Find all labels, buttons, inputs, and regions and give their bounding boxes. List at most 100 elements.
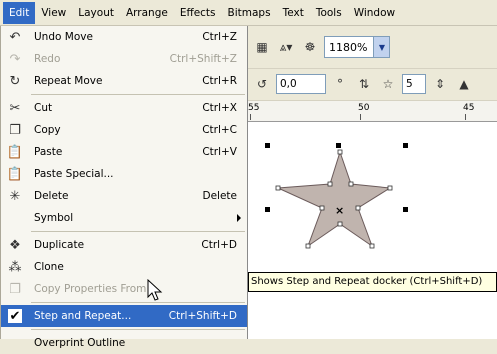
menu-item-paste-special[interactable]: 📋 Paste Special...: [1, 163, 247, 185]
selection-handle[interactable]: [336, 143, 341, 148]
menu-separator: [31, 302, 245, 303]
menu-item-symbol[interactable]: Symbol: [1, 207, 247, 229]
menu-effects[interactable]: Effects: [174, 2, 222, 24]
selection-handle[interactable]: [403, 207, 408, 212]
ruler-tick: [250, 114, 251, 120]
menu-item-step-and-repeat[interactable]: ✔ Step and Repeat... Ctrl+Shift+D: [1, 305, 247, 327]
node-marker[interactable]: [327, 181, 333, 187]
tooltip: Shows Step and Repeat docker (Ctrl+Shift…: [248, 272, 497, 292]
node-marker[interactable]: [337, 221, 343, 227]
menu-item-shortcut: Ctrl+C: [202, 124, 237, 136]
menu-item-copy[interactable]: ❐ Copy Ctrl+C: [1, 119, 247, 141]
menu-item-shortcut: Ctrl+V: [202, 146, 237, 158]
menu-item-label: Step and Repeat...: [34, 310, 132, 322]
chevron-down-icon[interactable]: ▼: [373, 37, 390, 57]
menu-separator: [31, 329, 245, 330]
menu-item-paste[interactable]: 📋 Paste Ctrl+V: [1, 141, 247, 163]
node-marker[interactable]: [355, 205, 361, 211]
menu-item-label: Clone: [34, 261, 64, 273]
standard-toolbar: ▦ ⩓▾ ☸ 1180% ▼: [248, 30, 497, 64]
selection-handle[interactable]: [265, 207, 270, 212]
menu-arrange[interactable]: Arrange: [120, 2, 174, 24]
flip-icon[interactable]: ⇅: [354, 73, 374, 95]
paste-special-icon: 📋: [6, 166, 24, 182]
horizontal-ruler[interactable]: 55 50 45: [248, 100, 497, 122]
menu-item-clone[interactable]: ⁂ Clone: [1, 256, 247, 278]
node-marker[interactable]: [348, 181, 354, 187]
zoom-combo[interactable]: 1180% ▼: [324, 36, 391, 58]
angle-field[interactable]: 0,0: [276, 73, 326, 94]
copy-properties-icon: ❐: [9, 281, 21, 297]
menu-item-delete[interactable]: ✳ Delete Delete: [1, 185, 247, 207]
node-marker[interactable]: [369, 243, 375, 249]
menu-tools[interactable]: Tools: [310, 2, 348, 24]
menu-separator: [31, 94, 245, 95]
ruler-label: 50: [358, 103, 370, 113]
node-marker[interactable]: [319, 205, 325, 211]
menu-item-redo[interactable]: ↷ Redo Ctrl+Shift+Z: [1, 48, 247, 70]
paste-icon: 📋: [6, 144, 24, 160]
menu-item-repeat-move[interactable]: ↻ Repeat Move Ctrl+R: [1, 70, 247, 92]
menu-item-cut[interactable]: ✂ Cut Ctrl+X: [1, 97, 247, 119]
star-shape[interactable]: [277, 150, 392, 248]
menu-item-undo-move[interactable]: ↶ Undo Move Ctrl+Z: [1, 26, 247, 48]
selection-handle[interactable]: [265, 143, 270, 148]
ruler-label: 45: [463, 103, 475, 113]
import-icon[interactable]: ▦: [252, 36, 272, 58]
node-marker[interactable]: [337, 149, 343, 155]
menu-separator: [31, 231, 245, 232]
degree-label: °: [337, 76, 343, 91]
application-launcher-icon[interactable]: ☸: [300, 36, 320, 58]
canvas-svg: ×: [265, 143, 408, 278]
menu-item-label: Paste: [34, 146, 63, 158]
ruler-tick: [465, 114, 466, 120]
menu-item-label: Undo Move: [34, 31, 93, 43]
menu-item-shortcut: Ctrl+Shift+Z: [169, 53, 237, 65]
node-marker[interactable]: [275, 185, 281, 191]
menu-item-shortcut: Delete: [202, 190, 238, 202]
menu-item-label: Symbol: [34, 212, 74, 224]
menu-edit[interactable]: Edit: [3, 1, 36, 24]
node-marker[interactable]: [305, 243, 311, 249]
drawing-canvas[interactable]: ×: [248, 122, 497, 339]
menu-item-overprint-outline[interactable]: Overprint Outline: [1, 332, 247, 354]
check-icon: ✔: [7, 308, 23, 324]
menu-item-label: Redo: [34, 53, 61, 65]
menu-window[interactable]: Window: [348, 2, 401, 24]
ruler-label: 55: [248, 103, 260, 113]
selection-handle[interactable]: [403, 143, 408, 148]
repeat-icon: ↻: [9, 73, 21, 89]
menu-layout[interactable]: Layout: [72, 2, 120, 24]
edit-menu-dropdown: ↶ Undo Move Ctrl+Z ↷ Redo Ctrl+Shift+Z ↻…: [0, 26, 248, 349]
menu-bitmaps[interactable]: Bitmaps: [222, 2, 277, 24]
menu-item-copy-properties-from[interactable]: ❐ Copy Properties From...: [1, 278, 247, 300]
menu-item-shortcut: Ctrl+X: [202, 102, 237, 114]
menu-text[interactable]: Text: [277, 2, 310, 24]
delete-icon: ✳: [9, 188, 21, 204]
center-x-icon: ×: [335, 204, 344, 217]
clone-icon: ⁂: [8, 259, 22, 275]
copy-icon: ❐: [9, 122, 21, 138]
menu-item-shortcut: Ctrl+R: [202, 75, 237, 87]
menu-view[interactable]: View: [35, 2, 72, 24]
menu-bar: Edit View Layout Arrange Effects Bitmaps…: [0, 0, 497, 26]
mouse-cursor-icon: [147, 279, 163, 301]
menu-item-shortcut: Ctrl+Z: [202, 31, 237, 43]
menu-item-duplicate[interactable]: ❖ Duplicate Ctrl+D: [1, 234, 247, 256]
star-points-field[interactable]: 5: [402, 73, 426, 94]
star-icon: ☆: [382, 76, 394, 91]
menu-item-label: Duplicate: [34, 239, 85, 251]
menu-item-shortcut: Ctrl+D: [201, 239, 237, 251]
menu-item-label: Repeat Move: [34, 75, 103, 87]
duplicate-icon: ❖: [9, 237, 21, 253]
cut-icon: ✂: [9, 100, 21, 116]
spinner-icon[interactable]: ⇕: [430, 73, 450, 95]
submenu-arrow-icon: [237, 214, 241, 222]
ruler-tick: [360, 114, 361, 120]
export-icon[interactable]: ⩓▾: [276, 36, 296, 58]
undo-icon: ↶: [9, 29, 21, 45]
menu-item-label: Delete: [34, 190, 69, 202]
property-bar: ↺ 0,0 ° ⇅ ☆ 5 ⇕ ▲: [248, 68, 497, 98]
menu-item-label: Paste Special...: [34, 168, 114, 180]
node-marker[interactable]: [387, 185, 393, 191]
